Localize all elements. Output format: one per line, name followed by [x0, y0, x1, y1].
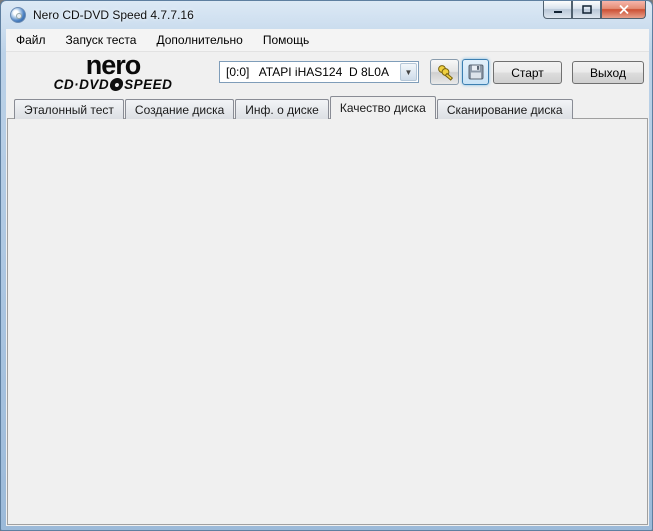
keys-icon — [437, 65, 453, 81]
tab-page — [7, 118, 648, 525]
close-button[interactable] — [601, 1, 646, 19]
menu-run-test[interactable]: Запуск теста — [56, 29, 147, 51]
start-button-label: Старт — [511, 65, 544, 80]
app-icon — [10, 7, 26, 23]
minimize-button[interactable] — [543, 1, 572, 19]
nero-logo-text: nero — [85, 50, 142, 80]
minimize-icon — [553, 11, 562, 13]
close-icon — [618, 5, 629, 14]
menu-extra[interactable]: Дополнительно — [146, 29, 252, 51]
disc-icon — [109, 78, 125, 91]
tab-create-disc[interactable]: Создание диска — [124, 99, 235, 119]
tab-benchmark[interactable]: Эталонный тест — [14, 99, 124, 119]
save-button[interactable] — [462, 59, 489, 85]
logo-cd-dvd-text: CD·DVD — [53, 77, 110, 92]
drive-select-value: [0:0] ATAPI iHAS124 D 8L0A — [226, 65, 389, 79]
logo-speed-text: SPEED — [124, 77, 173, 92]
tab-disc-quality[interactable]: Качество диска — [329, 96, 436, 119]
exit-button[interactable]: Выход — [572, 61, 644, 84]
app-window: Nero CD-DVD Speed 4.7.7.16 Файл Запуск т… — [0, 0, 653, 531]
maximize-icon — [581, 5, 592, 14]
nero-logo: nero CD·DVD SPEED — [18, 50, 208, 93]
chevron-down-icon[interactable]: ▼ — [400, 63, 417, 81]
tab-strip: Эталонный тест Создание диска Инф. о дис… — [14, 96, 574, 119]
save-icon — [468, 64, 483, 80]
menu-bar: Файл Запуск теста Дополнительно Помощь — [6, 29, 649, 52]
toolbar: nero CD·DVD SPEED [0:0] ATAPI iHAS124 D … — [6, 52, 649, 94]
exit-button-label: Выход — [590, 65, 626, 80]
window-title: Nero CD-DVD Speed 4.7.7.16 — [33, 8, 194, 22]
tab-scan-disc[interactable]: Сканирование диска — [436, 99, 573, 119]
menu-help[interactable]: Помощь — [253, 29, 319, 51]
title-bar[interactable]: Nero CD-DVD Speed 4.7.7.16 — [1, 1, 652, 29]
tab-disc-info[interactable]: Инф. о диске — [235, 99, 329, 119]
drive-select[interactable]: [0:0] ATAPI iHAS124 D 8L0A ▼ — [219, 61, 419, 83]
maximize-button[interactable] — [572, 1, 601, 19]
start-button[interactable]: Старт — [493, 61, 562, 84]
options-button[interactable] — [430, 59, 459, 85]
menu-file[interactable]: Файл — [6, 29, 56, 51]
